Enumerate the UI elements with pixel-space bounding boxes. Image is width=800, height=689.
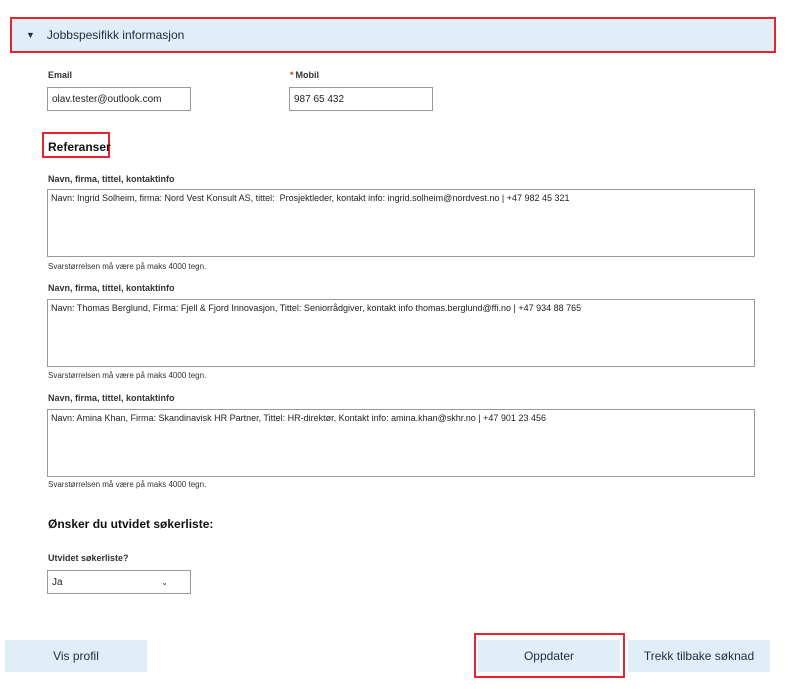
- section-header-jobbspesifikk[interactable]: ▼ Jobbspesifikk informasjon: [10, 17, 776, 53]
- mobile-label: * Mobil: [290, 70, 320, 80]
- reference-hint-1: Svarstørrelsen må være på maks 4000 tegn…: [48, 262, 207, 271]
- extended-list-heading: Ønsker du utvidet søkerliste:: [48, 517, 214, 531]
- references-title: Referanser: [48, 140, 111, 154]
- reference-label-3: Navn, firma, tittel, kontaktinfo: [48, 393, 175, 403]
- reference-hint-2: Svarstørrelsen må være på maks 4000 tegn…: [48, 371, 207, 380]
- chevron-down-icon: ⌄: [161, 577, 168, 587]
- extended-list-select[interactable]: Ja ⌄: [47, 570, 191, 594]
- reference-textarea-3[interactable]: Navn: Amina Khan, Firma: Skandinavisk HR…: [47, 409, 755, 477]
- reference-textarea-1[interactable]: Navn: Ingrid Solheim, firma: Nord Vest K…: [47, 189, 755, 257]
- view-profile-button[interactable]: Vis profil: [5, 640, 147, 672]
- update-button[interactable]: Oppdater: [478, 640, 620, 672]
- reference-textarea-2[interactable]: Navn: Thomas Berglund, Firma: Fjell & Fj…: [47, 299, 755, 367]
- section-title: Jobbspesifikk informasjon: [46, 28, 185, 42]
- extended-list-label: Utvidet søkerliste?: [48, 553, 129, 563]
- mobile-field[interactable]: [289, 87, 433, 111]
- email-label: Email: [48, 70, 73, 80]
- reference-label-2: Navn, firma, tittel, kontaktinfo: [48, 283, 175, 293]
- reference-hint-3: Svarstørrelsen må være på maks 4000 tegn…: [48, 480, 207, 489]
- email-field[interactable]: [47, 87, 191, 111]
- chevron-down-icon: ▼: [26, 30, 35, 40]
- extended-list-selected: Ja: [52, 576, 63, 588]
- reference-label-1: Navn, firma, tittel, kontaktinfo: [48, 174, 175, 184]
- withdraw-application-button[interactable]: Trekk tilbake søknad: [628, 640, 770, 672]
- required-marker: *: [290, 70, 294, 80]
